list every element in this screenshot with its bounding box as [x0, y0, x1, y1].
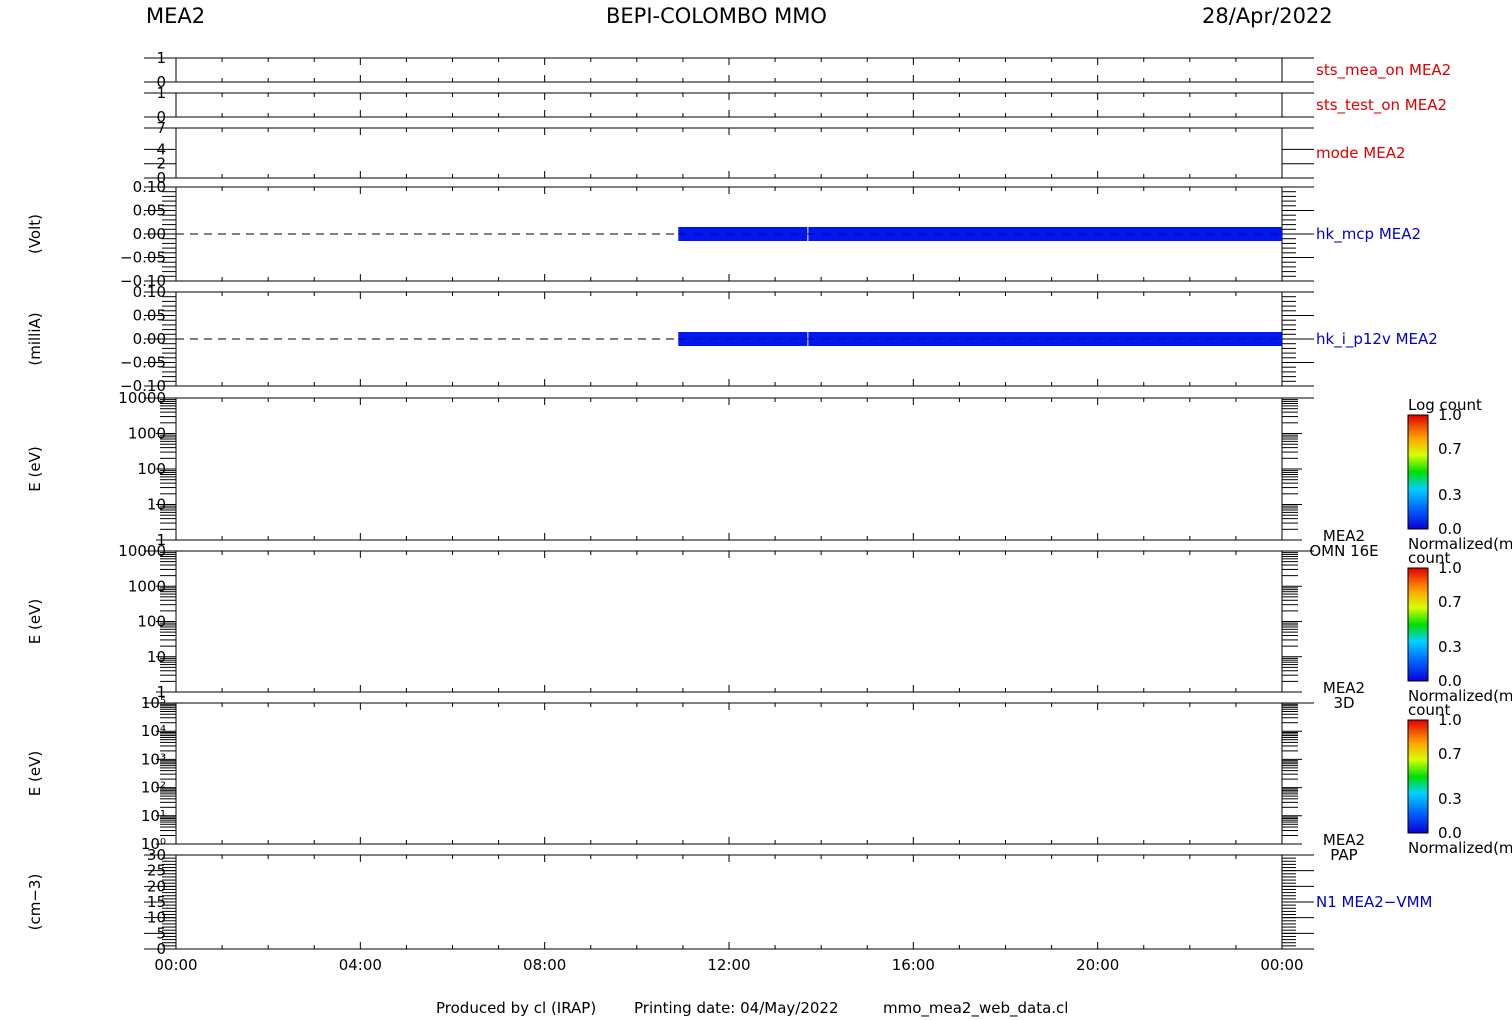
colorbar-tick-omn16e: 1.0 [1438, 406, 1462, 424]
ytick-label-omn16e: 10 [147, 496, 166, 514]
panel-frame-3d [175, 550, 1283, 693]
ytick-label-omn16e: 100 [137, 460, 166, 478]
panel-frame-pap [175, 702, 1283, 845]
colorbar-tick-omn16e: 0.3 [1438, 486, 1462, 504]
ytick-label-3d: 10000 [118, 542, 166, 560]
ytick-label-3d: 100 [137, 613, 166, 631]
xtick-label: 12:00 [707, 956, 750, 974]
ytick-label-pap: 10⁵ [141, 694, 166, 712]
panel-label-sts_mea_on: sts_mea_on MEA2 [1316, 61, 1451, 80]
ytick-label-3d: 10 [147, 648, 166, 666]
xtick-label: 20:00 [1076, 956, 1119, 974]
ytick-label-3d: 1000 [128, 577, 166, 595]
panel-label-hk_mcp: hk_mcp MEA2 [1316, 225, 1421, 244]
ylabel-omn16e: E (eV) [26, 446, 44, 491]
panel-sublabel-omn16e: OMN 16E [1309, 542, 1378, 560]
panel-frame-omn16e [175, 397, 1283, 541]
ytick-label-mode: 7 [156, 119, 166, 137]
ylabel-3d: E (eV) [26, 599, 44, 644]
colorbar-tick-3d: 1.0 [1438, 559, 1462, 577]
colorbar-tick-pap: 1.0 [1438, 711, 1462, 729]
colorbar-omn16e [1407, 414, 1429, 530]
ytick-label-hk_i_p12v: 0.05 [133, 307, 166, 325]
xtick-label: 04:00 [339, 956, 382, 974]
ylabel-hk_i_p12v: (milliA) [26, 312, 44, 365]
ytick-label-hk_i_p12v: 0.00 [133, 330, 166, 348]
panel-label-sts_test_on: sts_test_on MEA2 [1316, 96, 1447, 115]
ytick-label-hk_mcp: 0.00 [133, 225, 166, 243]
ytick-label-hk_i_p12v: 0.10 [133, 283, 166, 301]
ytick-label-omn16e: 1000 [128, 425, 166, 443]
panel-sublabel-pap: PAP [1330, 846, 1357, 864]
colorbar-pap [1407, 719, 1429, 834]
colorbar-tick-omn16e: 0.7 [1438, 440, 1462, 458]
ytick-label-sts_mea_on: 1 [156, 49, 166, 67]
panel-label-n1: N1 MEA2−VMM [1316, 893, 1432, 911]
panel-label-mode: mode MEA2 [1316, 144, 1406, 162]
panel-sublabel-3d: 3D [1333, 694, 1354, 712]
xtick-label: 00:00 [154, 956, 197, 974]
colorbar-tick-3d: 0.7 [1438, 593, 1462, 611]
footer-produced: Produced by cl (IRAP) [436, 999, 597, 1017]
panel-frame-n1 [175, 854, 1283, 950]
ytick-label-sts_test_on: 1 [156, 84, 166, 102]
ytick-label-hk_mcp: −0.05 [120, 249, 166, 267]
colorbar-tick-pap: 0.3 [1438, 790, 1462, 808]
ytick-label-pap: 10⁴ [141, 722, 166, 740]
multi-panel-chart: 10sts_mea_on MEA210sts_test_on MEA27420m… [26, 49, 1512, 974]
colorbar-3d [1407, 567, 1429, 682]
panel-label-hk_i_p12v: hk_i_p12v MEA2 [1316, 330, 1438, 349]
ytick-label-pap: 10² [141, 779, 166, 797]
ylabel-hk_mcp: (Volt) [26, 214, 44, 254]
colorbar-tick-3d: 0.3 [1438, 638, 1462, 656]
colorbar-tick-pap: 0.7 [1438, 745, 1462, 763]
footer-filename: mmo_mea2_web_data.cl [883, 999, 1069, 1017]
ylabel-n1: (cm−3) [26, 874, 44, 931]
ytick-label-pap: 10³ [141, 750, 166, 768]
ytick-label-hk_mcp: 0.10 [133, 178, 166, 196]
ytick-label-hk_mcp: 0.05 [133, 202, 166, 220]
xtick-label: 08:00 [523, 956, 566, 974]
ytick-label-omn16e: 10000 [118, 389, 166, 407]
xtick-label: 00:00 [1260, 956, 1303, 974]
footer-printing-date: Printing date: 04/May/2022 [634, 999, 839, 1017]
ylabel-pap: E (eV) [26, 751, 44, 796]
colorbar-footer-pap: Normalized(m [1408, 839, 1512, 857]
xtick-label: 16:00 [892, 956, 935, 974]
panel-frame-mode [175, 127, 1283, 179]
ytick-label-hk_i_p12v: −0.05 [120, 354, 166, 372]
ytick-label-pap: 10¹ [141, 807, 166, 825]
